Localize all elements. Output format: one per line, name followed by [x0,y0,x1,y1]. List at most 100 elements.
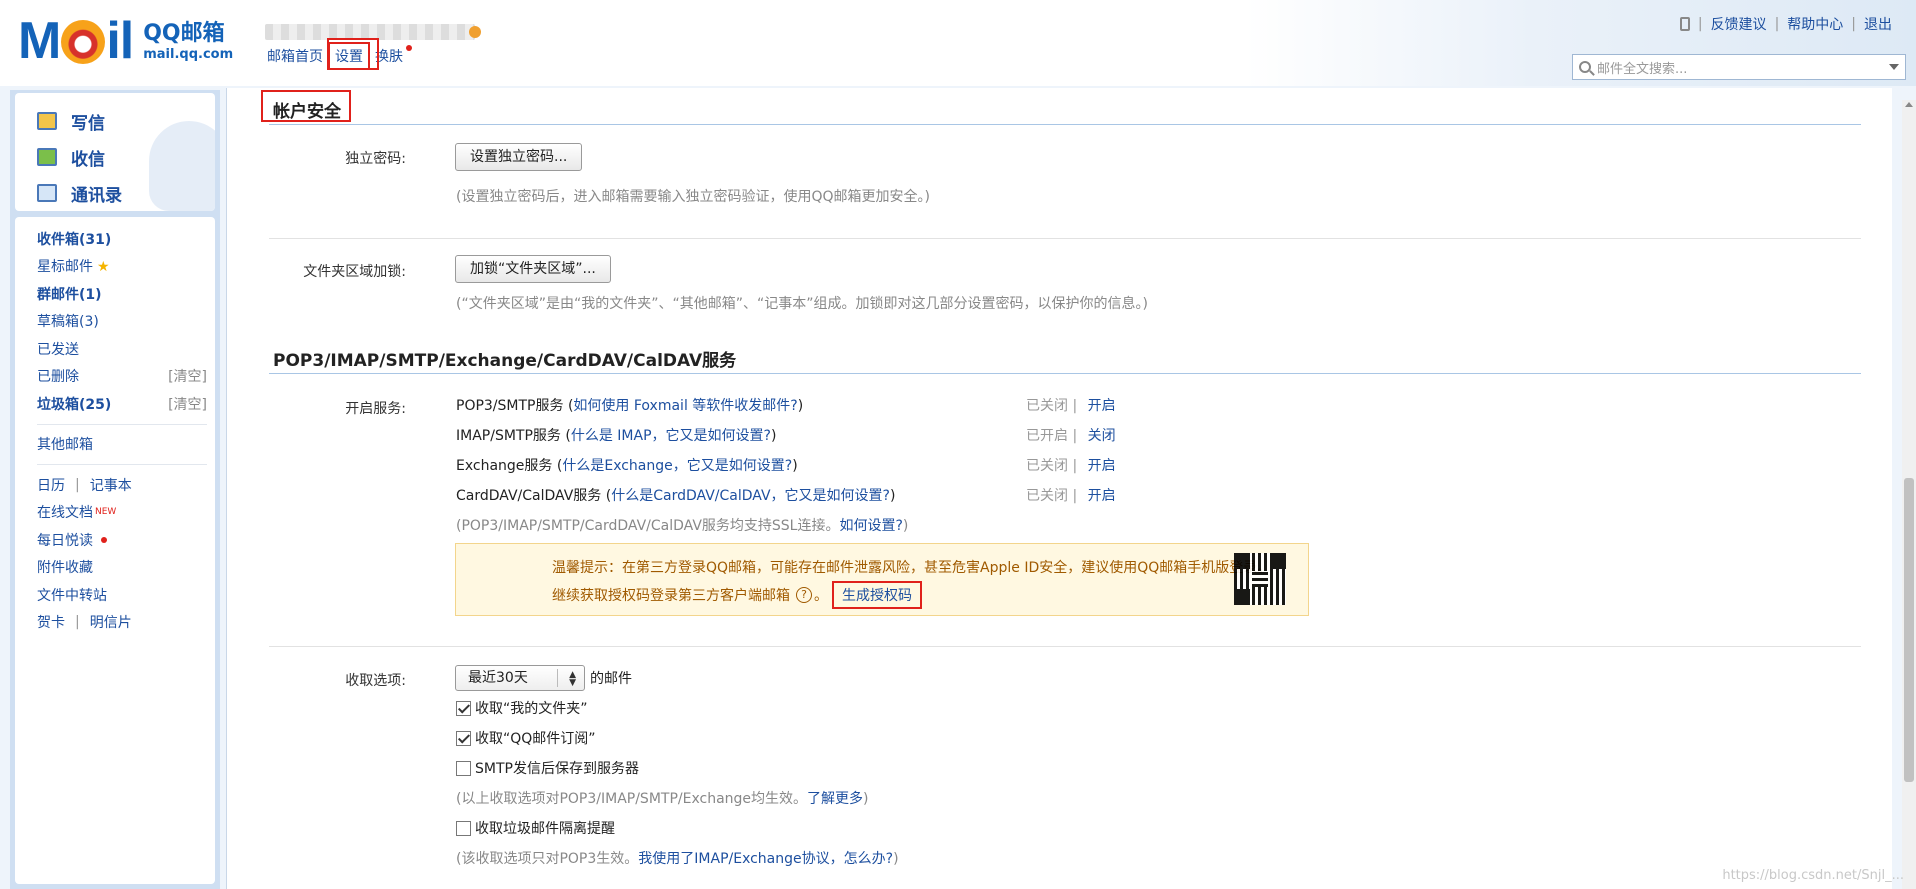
scrollbar-thumb[interactable] [1904,478,1914,782]
folder-item: 草稿箱(3) [37,308,207,336]
online-docs-link[interactable]: 在线文档 [37,502,93,522]
folder-drafts[interactable]: 草稿箱(3) [37,311,99,331]
help-link[interactable]: 帮助中心 [1787,14,1843,34]
tip-box: 温馨提示：在第三方登录QQ邮箱，可能存在邮件泄露风险，甚至危害Apple ID安… [455,543,1309,616]
mobile-phone-icon[interactable] [1679,17,1690,31]
folder-item: 群邮件(1) [37,280,207,308]
tools-row: 贺卡 | 明信片 [37,612,132,632]
folder-item: 垃圾箱(25) [清空] [37,390,207,418]
section-rule [269,373,1861,374]
divider [269,646,1861,647]
ssl-help-link[interactable]: 如何设置? [839,518,902,534]
postcard-link[interactable]: 明信片 [90,612,132,632]
spam-notice-checkbox[interactable]: 收取垃圾邮件隔离提醒 [456,818,615,838]
checkbox-unchecked-icon[interactable] [456,760,471,776]
select-updown-icon: ▲ ▼ [569,670,576,688]
folder-sent[interactable]: 已发送 [37,339,79,359]
qr-code-icon [1234,553,1286,605]
top-header: Mil QQ邮箱 mail.qq.com 邮箱首页 设置 换肤 | 反馈建议 | … [0,0,1916,86]
independent-password-note: (设置独立密码后，进入邮箱需要输入独立密码验证，使用QQ邮箱更加安全。) [456,189,930,205]
caldav-toggle-button[interactable]: 开启 [1088,488,1116,504]
greeting-card-link[interactable]: 贺卡 [37,612,65,632]
caldav-status: 已关闭 [1026,488,1068,504]
clear-spam-button[interactable]: [清空] [168,394,207,414]
logo-text: QQ邮箱 mail.qq.com [143,21,233,62]
scroll-up-icon[interactable] [1905,102,1913,107]
fetch-suffix: 的邮件 [590,671,632,687]
service-row-pop3: POP3/SMTP服务 (如何使用 Foxmail 等软件收发邮件?) [456,398,804,414]
file-transfer-link[interactable]: 文件中转站 [37,585,107,605]
service-name: POP3/SMTP服务 [456,398,564,414]
folder-lock-label: 文件夹区域加锁: [303,264,406,280]
exchange-help-link[interactable]: 什么是Exchange，它又是如何设置? [562,458,792,474]
independent-password-label: 独立密码: [345,151,406,167]
clear-deleted-button[interactable]: [清空] [168,366,207,386]
fetch-note: (以上收取选项对POP3/IMAP/SMTP/Exchange均生效。了解更多) [456,791,869,807]
checkbox-checked-icon[interactable] [456,700,471,716]
logout-link[interactable]: 退出 [1864,14,1892,34]
compose-icon [37,112,57,130]
lock-folder-area-button[interactable]: 加锁“文件夹区域”... [455,255,611,283]
folder-group[interactable]: 群邮件(1) [37,284,102,304]
fetch-subscriptions-checkbox[interactable]: 收取“QQ邮件订阅” [456,728,596,748]
imap-toggle-button[interactable]: 关闭 [1088,428,1116,444]
search-input[interactable]: 邮件全文搜索... [1572,54,1906,80]
caldav-help-link[interactable]: 什么是CardDAV/CalDAV，它又是如何设置? [611,488,890,504]
contacts-label: 通讯录 [71,185,122,206]
smtp-save-checkbox[interactable]: SMTP发信后保存到服务器 [456,758,639,778]
notes-link[interactable]: 记事本 [90,475,132,495]
folder-inbox[interactable]: 收件箱(31) [37,229,111,249]
fetch-my-folders-checkbox[interactable]: 收取“我的文件夹” [456,698,588,718]
tip-action-row: 继续获取授权码登录第三方客户端邮箱 ?。 生成授权码 [552,581,922,609]
scrollbar[interactable] [1902,100,1916,889]
service-row-imap: IMAP/SMTP服务 (什么是 IMAP，它又是如何设置?) [456,428,777,444]
nav-mail-home[interactable]: 邮箱首页 [264,46,326,66]
generate-auth-code-button[interactable]: 生成授权码 [832,581,922,609]
folder-starred[interactable]: 星标邮件 [37,259,93,275]
compose-button[interactable]: 写信 [37,103,215,139]
enable-services-label: 开启服务: [345,401,406,417]
pop3-help-link[interactable]: 如何使用 Foxmail 等软件收发邮件? [573,398,797,414]
attachments-link[interactable]: 附件收藏 [37,557,93,577]
service-status-row: 已关闭 | 开启 [1026,398,1116,414]
folder-deleted[interactable]: 已删除 [37,366,79,386]
service-row-exchange: Exchange服务 (什么是Exchange，它又是如何设置?) [456,458,798,474]
daily-read-link[interactable]: 每日悦读 [37,530,93,550]
search-dropdown-icon[interactable] [1889,64,1899,70]
folder-item: 已删除 [清空] [37,363,207,391]
other-mailbox-link[interactable]: 其他邮箱 [37,434,93,454]
folder-list: 收件箱(31) 星标邮件 ★ 群邮件(1) 草稿箱(3) 已发送 已删除 [清空] … [15,217,215,884]
receive-button[interactable]: 收信 [37,139,215,175]
folder-item: 已发送 [37,335,207,363]
divider [269,238,1861,239]
set-independent-password-button[interactable]: 设置独立密码... [455,143,583,171]
folder-spam[interactable]: 垃圾箱(25) [37,394,111,414]
search-placeholder: 邮件全文搜索... [1597,61,1688,77]
exchange-toggle-button[interactable]: 开启 [1088,458,1116,474]
divider [37,464,207,465]
contacts-button[interactable]: 通讯录 [37,175,215,211]
imap-exchange-help-link[interactable]: 我使用了IMAP/Exchange协议，怎么办? [638,851,893,867]
help-question-icon[interactable]: ? [796,587,812,603]
learn-more-link[interactable]: 了解更多 [807,791,863,807]
tools-row: 在线文档 NEW [37,499,207,527]
calendar-link[interactable]: 日历 [37,475,65,495]
vip-badge-icon [469,26,481,38]
logo-o-icon [61,20,106,64]
folder-item: 其他邮箱 [37,431,207,459]
imap-help-link[interactable]: 什么是 IMAP，它又是如何设置? [571,428,771,444]
checkbox-unchecked-icon[interactable] [456,820,471,836]
tip-text-2: 继续获取授权码登录第三方客户端邮箱 [552,588,790,604]
feedback-link[interactable]: 反馈建议 [1711,14,1767,34]
notification-dot-icon [406,45,412,51]
fetch-period-select[interactable]: 最近30天 ▲ ▼ [455,665,585,691]
nav-skin-label: 换肤 [375,49,403,65]
logo-brand: QQ邮箱 [143,21,225,46]
qq-mail-logo[interactable]: Mil QQ邮箱 mail.qq.com [18,15,233,67]
pop3-toggle-button[interactable]: 开启 [1088,398,1116,414]
imap-status: 已开启 [1026,428,1068,444]
tools-row: 日历 | 记事本 [37,475,132,495]
folder-lock-note: (“文件夹区域”是由“我的文件夹”、“其他邮箱”、“记事本”组成。加锁即对这几部… [456,296,1148,312]
checkbox-checked-icon[interactable] [456,730,471,746]
search-icon [1579,61,1591,73]
